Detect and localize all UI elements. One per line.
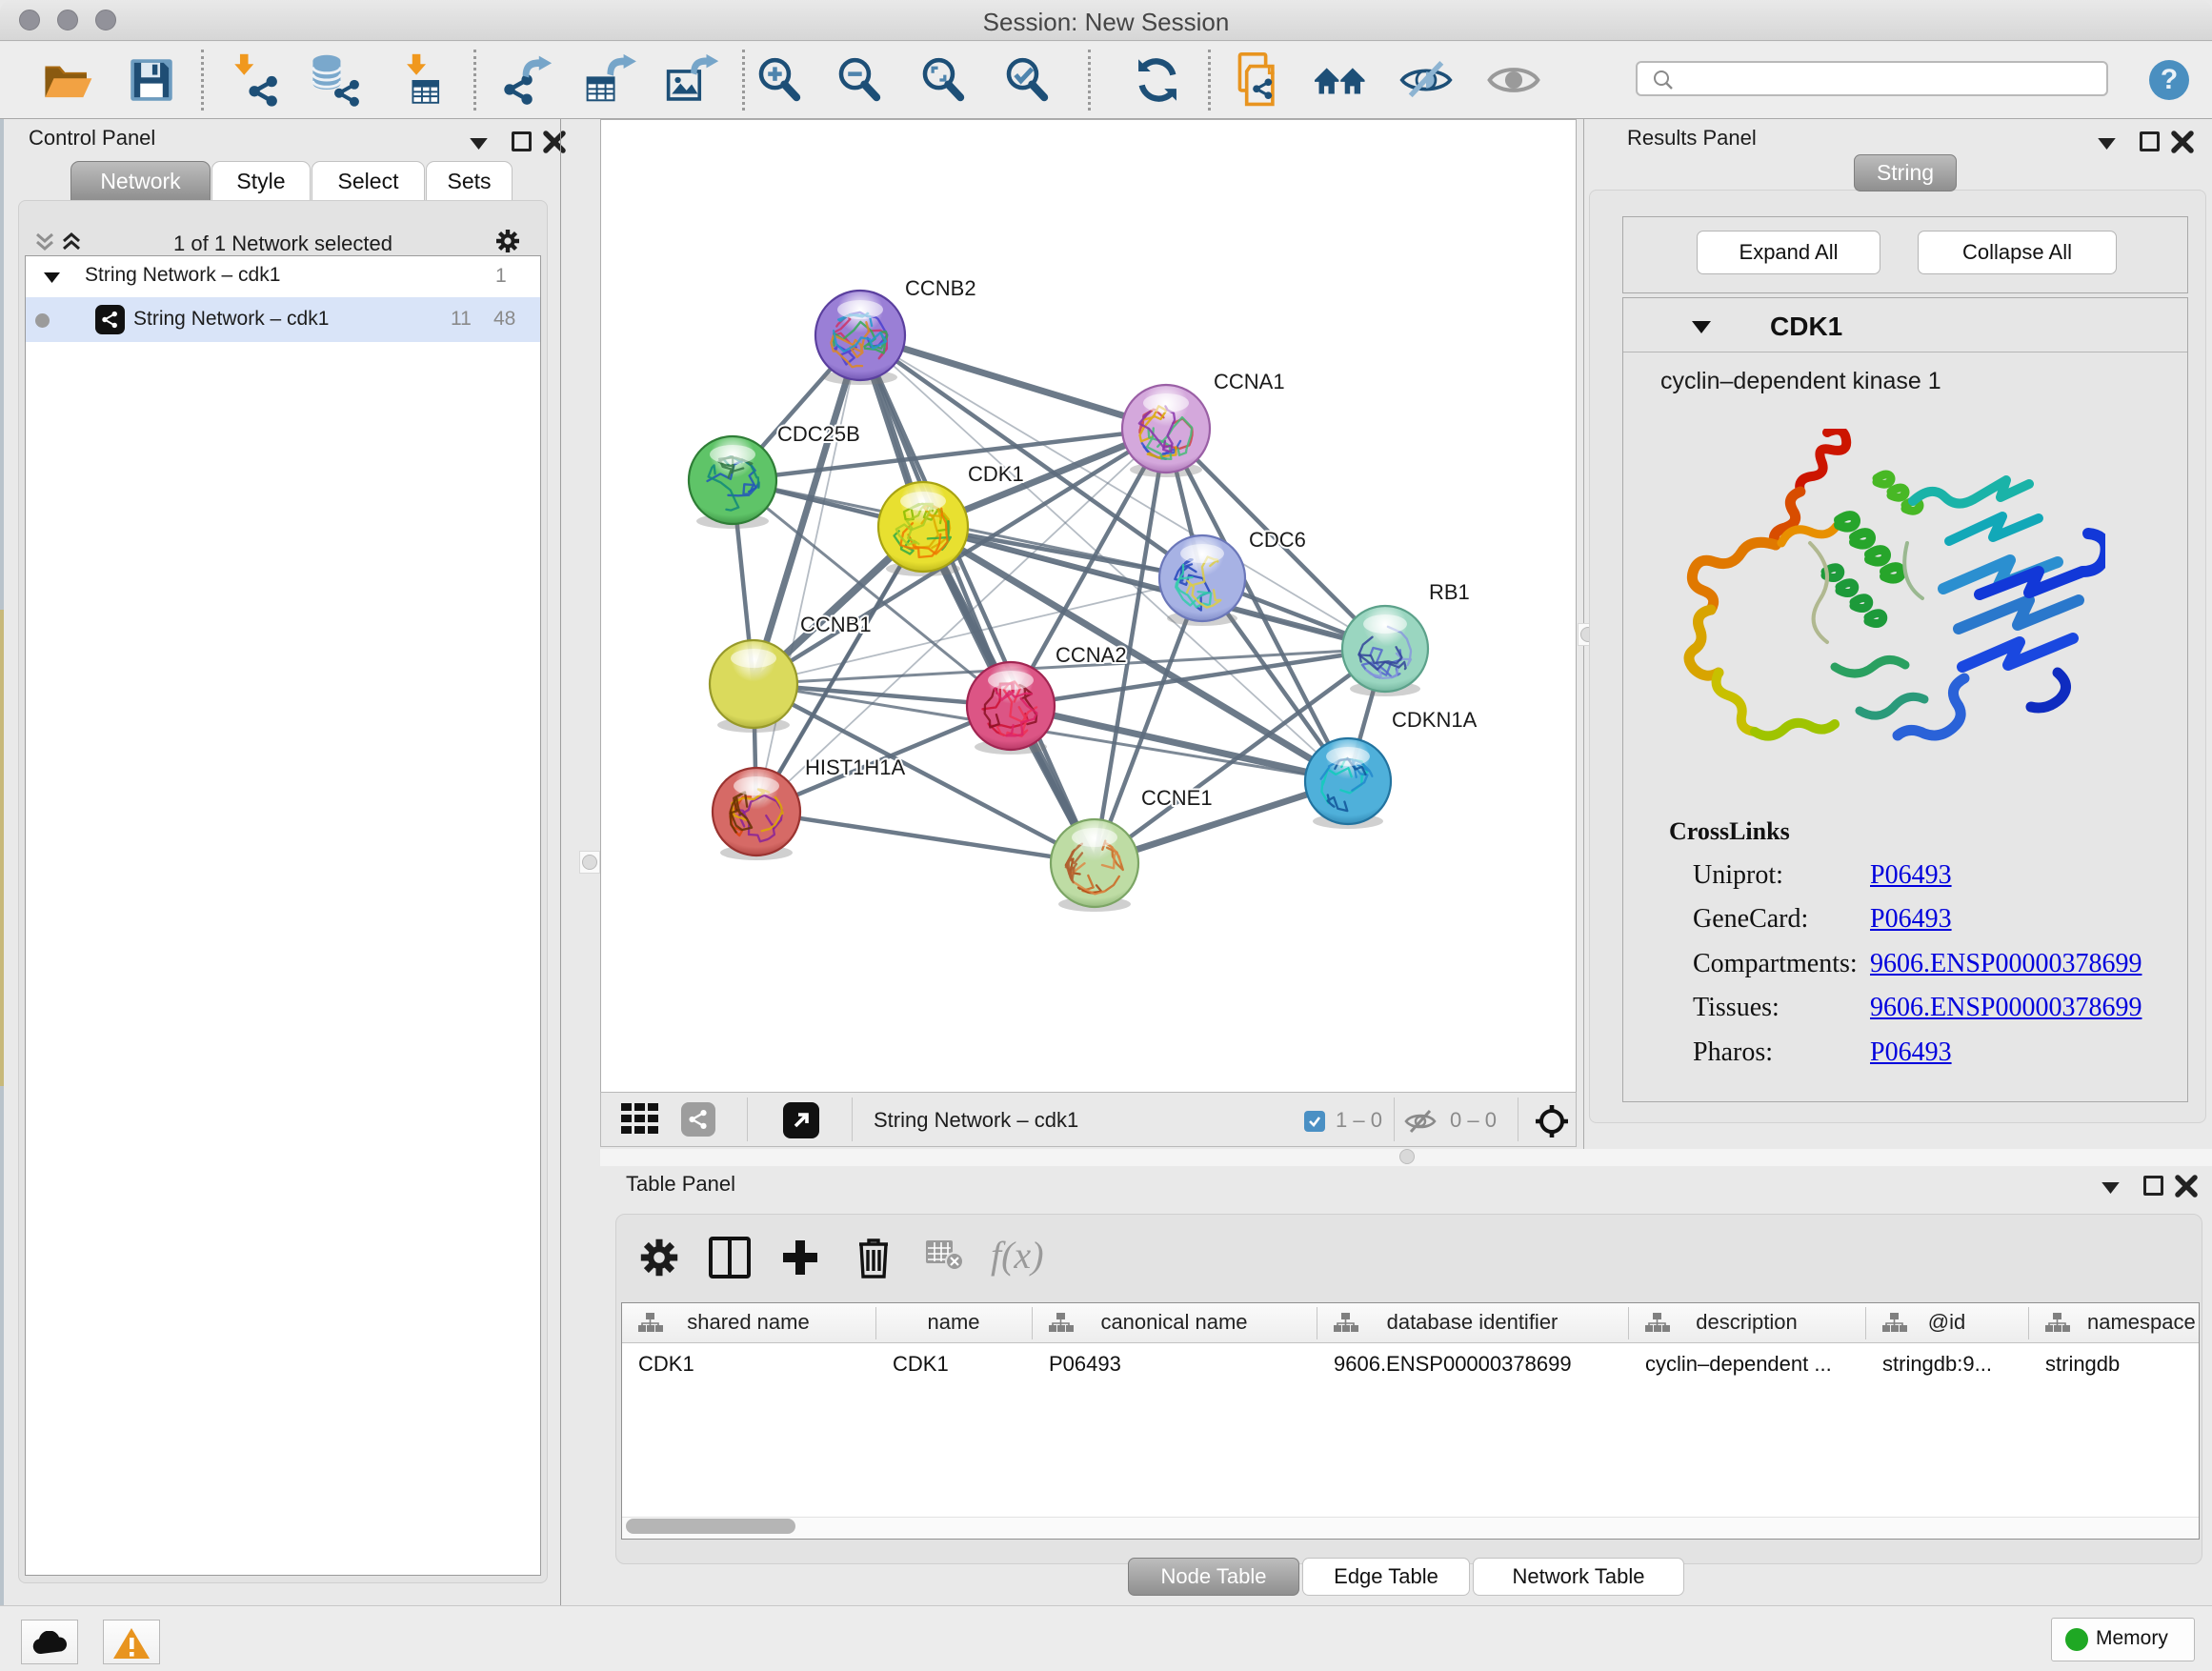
- svg-text:CDKN1A: CDKN1A: [1392, 708, 1478, 732]
- svg-text:CDC6: CDC6: [1249, 528, 1306, 552]
- svg-text:CDC25B: CDC25B: [777, 422, 860, 446]
- svg-text:CDK1: CDK1: [968, 462, 1024, 486]
- svg-text:HIST1H1A: HIST1H1A: [805, 755, 905, 779]
- svg-text:CCNE1: CCNE1: [1141, 786, 1213, 810]
- svg-text:CCNB2: CCNB2: [905, 276, 976, 300]
- svg-text:RB1: RB1: [1429, 580, 1470, 604]
- svg-text:CCNA1: CCNA1: [1214, 370, 1285, 393]
- svg-text:CCNA2: CCNA2: [1056, 643, 1127, 667]
- svg-text:CCNB1: CCNB1: [800, 613, 872, 636]
